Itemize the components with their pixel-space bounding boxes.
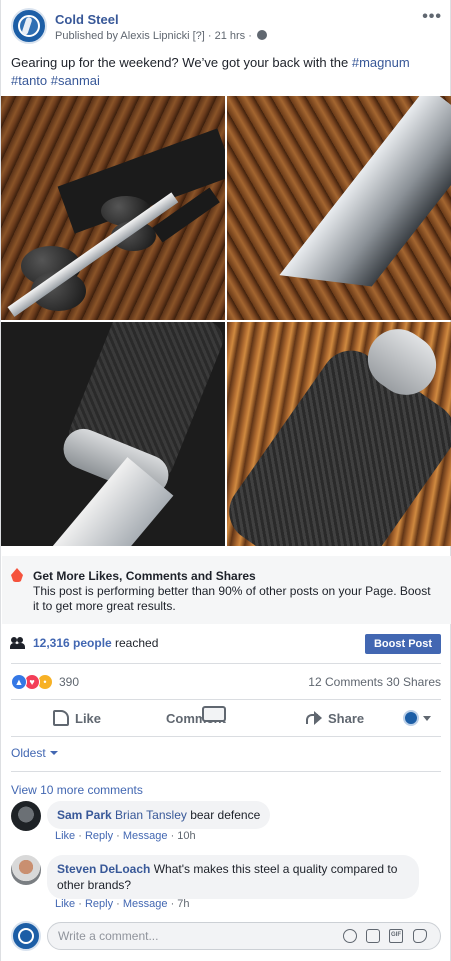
sort-label: Oldest [11, 746, 46, 760]
reaction-icons[interactable]: • ♥ ▲ [11, 674, 55, 690]
page-name-link[interactable]: Cold Steel [55, 12, 119, 27]
view-more-comments-link[interactable]: View 10 more comments [11, 783, 143, 797]
post-header: Cold Steel Published by Alexis Lipnicki … [11, 8, 442, 48]
comments-count-link[interactable]: 12 Comments [308, 675, 383, 689]
comment-author-link[interactable]: Steven DeLoach [57, 862, 150, 876]
photo-grid [1, 96, 451, 546]
comment-message-link[interactable]: Message [123, 898, 168, 910]
post-text: Gearing up for the weekend? We’ve got yo… [11, 54, 441, 90]
boost-banner-title: Get More Likes, Comments and Shares [33, 569, 256, 583]
boost-banner-description: This post is performing better than 90% … [33, 584, 431, 613]
photo-knife-with-stones[interactable] [1, 96, 225, 320]
hashtag-sanmai[interactable]: #sanmai [51, 73, 100, 88]
page-avatar[interactable] [11, 8, 47, 44]
comment-time[interactable]: 7h [177, 898, 189, 910]
share-arrow-icon [306, 711, 322, 725]
post-card: Cold Steel Published by Alexis Lipnicki … [0, 0, 451, 961]
people-icon [10, 637, 25, 649]
emoji-icon[interactable] [343, 929, 357, 943]
comment-button[interactable]: Comment [166, 706, 226, 730]
comment-time[interactable]: 10h [177, 830, 195, 842]
hashtag-tanto[interactable]: #tanto [11, 73, 47, 88]
shares-count-link[interactable]: 30 Shares [386, 675, 441, 689]
globe-icon[interactable] [256, 30, 267, 40]
page-avatar-small [11, 921, 41, 951]
divider [11, 736, 441, 737]
boost-post-button[interactable]: Boost Post [365, 634, 441, 654]
like-reaction-icon: ▲ [11, 674, 27, 690]
hashtag-magnum[interactable]: #magnum [352, 55, 410, 70]
divider [11, 663, 441, 664]
comment-author-link[interactable]: Sam Park [57, 808, 112, 822]
camera-icon[interactable] [366, 929, 380, 943]
comment-text: bear defence [186, 808, 261, 822]
share-button[interactable]: Share [306, 706, 364, 730]
comment-bubble-icon [202, 706, 226, 722]
more-options-icon[interactable]: ••• [422, 8, 442, 26]
byline-text: Published by Alexis Lipnicki [?] · 21 hr… [55, 30, 252, 42]
like-button[interactable]: Like [53, 706, 101, 730]
reach-label: reached [115, 636, 159, 650]
share-label: Share [328, 710, 365, 726]
comment-sort-dropdown[interactable]: Oldest [11, 746, 58, 762]
photo-handle-closeup[interactable] [227, 322, 451, 546]
comment-meta: Like · Reply · Message · 10h [55, 830, 196, 842]
comment-reply-link[interactable]: Reply [85, 830, 113, 842]
comment-like-link[interactable]: Like [55, 830, 75, 842]
reach-count-link[interactable]: 12,316 people [33, 636, 112, 650]
reaction-count[interactable]: 390 [59, 675, 79, 689]
post-byline: Published by Alexis Lipnicki [?] · 21 hr… [55, 30, 267, 42]
logo-ring [18, 928, 34, 944]
chevron-down-icon [49, 751, 58, 755]
gif-icon[interactable]: GIF [389, 929, 403, 943]
comment-mention-link[interactable]: Brian Tansley [115, 808, 187, 822]
comment-bubble: Sam Park Brian Tansley bear defence [47, 801, 271, 829]
fire-icon [11, 568, 23, 582]
commenter-avatar[interactable] [11, 801, 41, 831]
commenter-avatar[interactable] [11, 855, 41, 885]
page-avatar-small [403, 710, 419, 726]
comment-composer: GIF [11, 921, 441, 951]
post-text-body: Gearing up for the weekend? We’ve got yo… [11, 55, 352, 70]
like-label: Like [75, 710, 102, 726]
photo-guard-closeup[interactable] [1, 322, 225, 546]
comment-message-link[interactable]: Message [123, 830, 168, 842]
comment-like-link[interactable]: Like [55, 898, 75, 910]
boost-suggestion-banner: Get More Likes, Comments and Shares This… [2, 556, 451, 624]
comment-reply-link[interactable]: Reply [85, 898, 113, 910]
chevron-down-icon [423, 716, 431, 721]
reactions-row: • ♥ ▲ 390 12 Comments 30 Shares [11, 672, 441, 692]
photo-blade-tip-closeup[interactable] [227, 96, 451, 320]
divider [11, 771, 441, 772]
reach-row: 12,316 people reached Boost Post [10, 632, 441, 658]
act-as-page-selector[interactable] [403, 710, 433, 726]
comment-meta: Like · Reply · Message · 7h [55, 898, 190, 910]
action-bar: Like Comment Share [11, 700, 441, 736]
thumbs-up-icon [53, 710, 69, 726]
comment-input[interactable] [47, 922, 441, 950]
comment-bubble: Steven DeLoach What's makes this steel a… [47, 855, 419, 899]
